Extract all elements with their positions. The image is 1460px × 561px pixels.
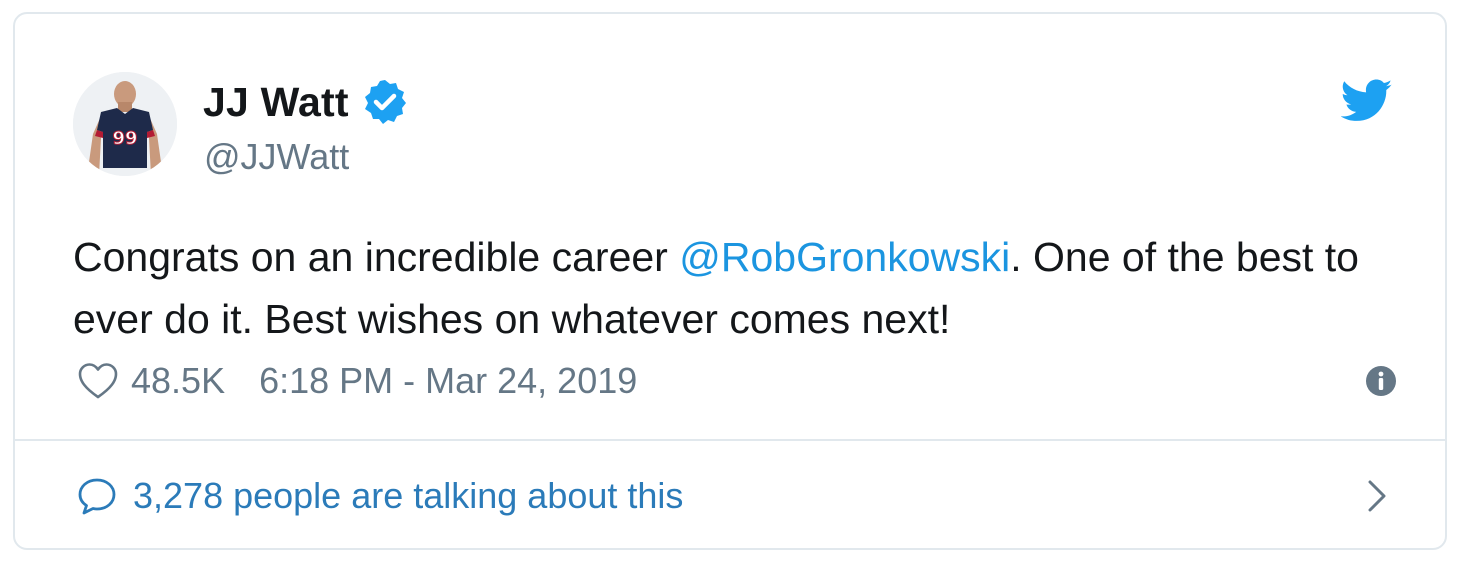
tweet-timestamp[interactable]: 6:18 PM - Mar 24, 2019 (259, 360, 637, 402)
talking-label[interactable]: 3,278 people are talking about this (133, 475, 683, 517)
divider (15, 439, 1445, 441)
heart-icon[interactable] (77, 361, 119, 401)
tweet-meta: 48.5K 6:18 PM - Mar 24, 2019 (77, 359, 1397, 403)
twitter-bird-icon[interactable] (1341, 78, 1393, 124)
tweet-text: Congrats on an incredible career @RobGro… (73, 226, 1403, 350)
svg-text:99: 99 (112, 128, 137, 149)
avatar[interactable]: 99 (73, 72, 177, 176)
tweet-text-part: Congrats on an incredible career (73, 234, 680, 280)
chevron-right-icon[interactable] (1365, 478, 1389, 514)
tweet-header: 99 JJ Watt @JJWatt (73, 72, 1393, 182)
conversation-link[interactable]: 3,278 people are talking about this (77, 472, 1397, 520)
verified-badge-icon (361, 78, 409, 126)
author-name[interactable]: JJ Watt (203, 79, 349, 126)
speech-bubble-icon (77, 476, 117, 516)
author-name-row: JJ Watt (203, 74, 409, 130)
tweet-card[interactable]: 99 JJ Watt @JJWatt Congrats on an incred… (13, 12, 1447, 550)
author-handle[interactable]: @JJWatt (204, 136, 349, 178)
player-avatar-icon: 99 (73, 72, 177, 176)
mention-link[interactable]: @RobGronkowski (679, 234, 1010, 280)
like-count[interactable]: 48.5K (131, 360, 225, 402)
info-icon[interactable] (1365, 365, 1397, 397)
